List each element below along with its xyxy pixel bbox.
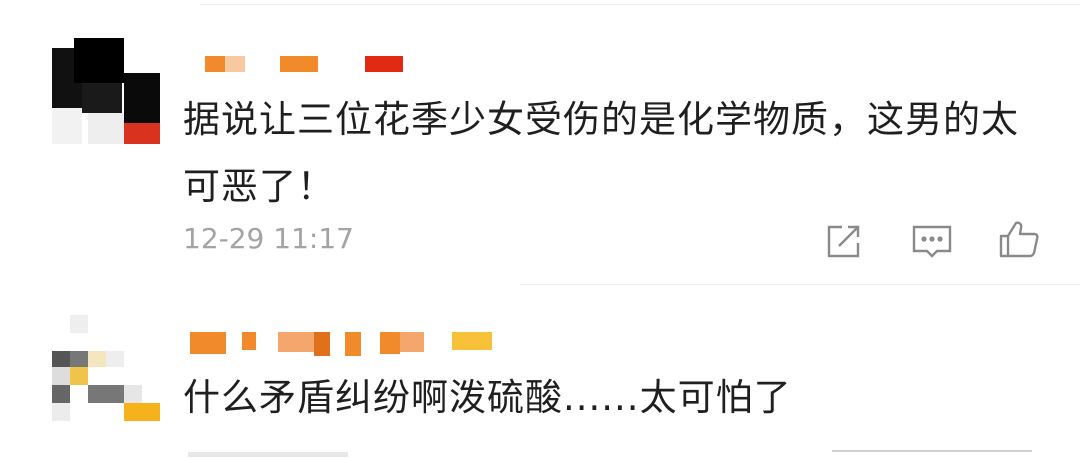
comment-icon [912, 225, 952, 258]
like-button[interactable] [997, 217, 1041, 261]
comment-text: 据说让三位花季少女受伤的是化学物质，这男的太可恶了！ [183, 98, 1019, 208]
comment-divider [520, 284, 1080, 285]
top-divider [200, 4, 1080, 5]
like-icon [999, 221, 1039, 258]
comment-text: 什么矛盾纠纷啊泼硫酸......太可怕了 [183, 376, 792, 419]
comment-timestamp: 12-29 11:17 [183, 222, 354, 255]
next-row-partial [188, 452, 348, 457]
avatar[interactable] [52, 38, 160, 144]
share-icon [827, 225, 860, 258]
avatar[interactable] [52, 315, 160, 421]
reply-button[interactable] [910, 219, 954, 263]
username[interactable] [190, 332, 510, 358]
share-button[interactable] [822, 219, 866, 263]
username[interactable] [205, 56, 405, 78]
action-icons-partial [832, 450, 1032, 459]
